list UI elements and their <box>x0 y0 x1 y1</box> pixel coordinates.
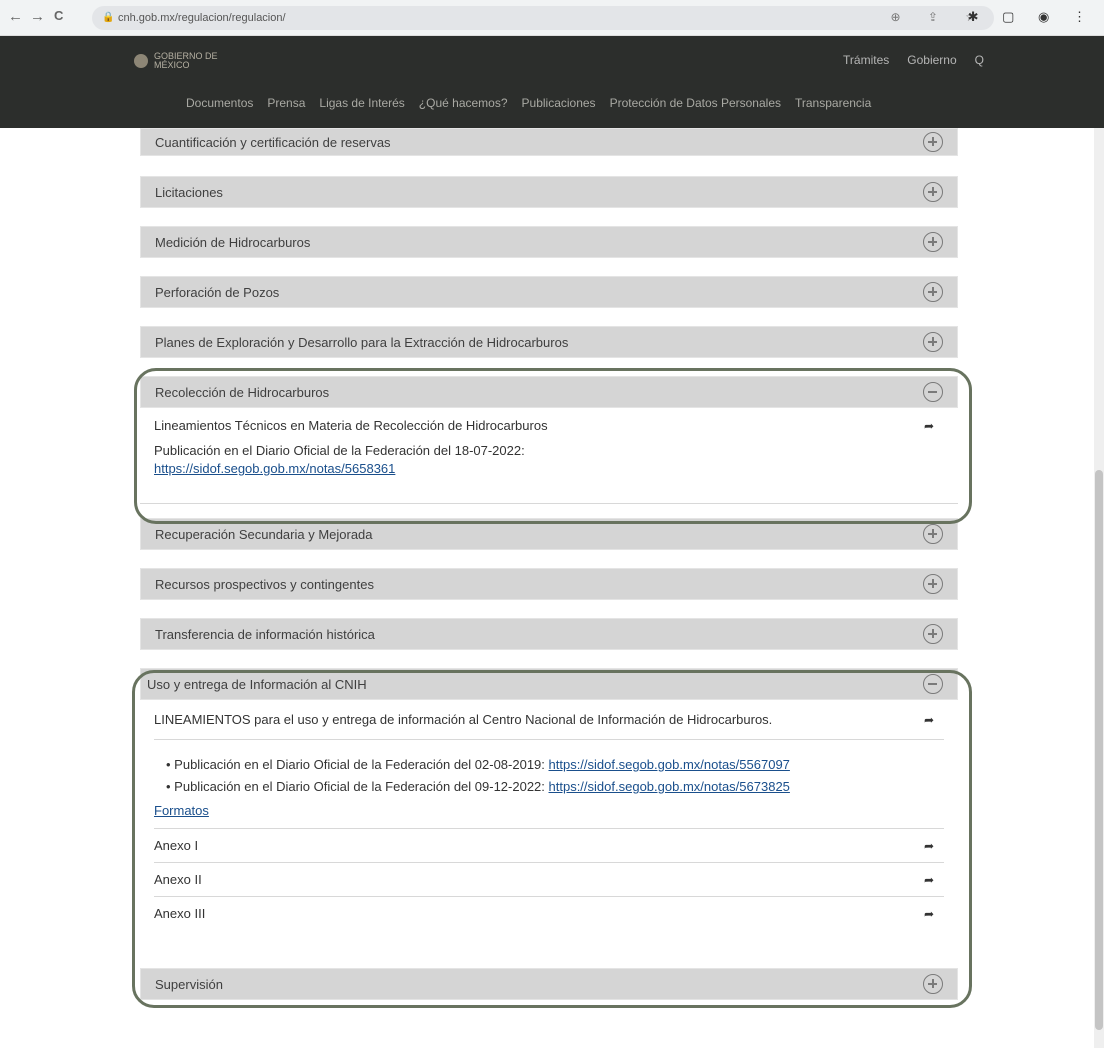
panel-title: Transferencia de información histórica <box>155 627 375 642</box>
panel-perforacion: Perforación de Pozos <box>140 276 958 308</box>
sub-navigation: Documentos Prensa Ligas de Interés ¿Qué … <box>186 96 871 110</box>
panel-supervision: Supervisión <box>140 968 958 1000</box>
expand-icon[interactable] <box>923 974 943 994</box>
panel-recoleccion: Recolección de Hidrocarburos Lineamiento… <box>140 376 958 504</box>
gobierno-logo[interactable]: GOBIERNO DE MÉXICO <box>134 52 218 70</box>
dof-link[interactable]: https://sidof.segob.gob.mx/notas/5673825 <box>549 779 790 794</box>
panel-title: Recolección de Hidrocarburos <box>155 385 330 400</box>
formatos-row: Formatos <box>154 798 944 824</box>
dof-link[interactable]: https://sidof.segob.gob.mx/notas/5567097 <box>549 757 790 772</box>
open-link-icon[interactable]: ➦ <box>924 410 934 442</box>
scrollbar-thumb[interactable] <box>1095 470 1103 1030</box>
dof-link[interactable]: https://sidof.segob.gob.mx/notas/5658361 <box>154 461 395 476</box>
header-links: Trámites Gobierno Q <box>843 53 984 67</box>
expand-icon[interactable] <box>923 332 943 352</box>
collapse-icon[interactable] <box>923 382 943 402</box>
panel-planes: Planes de Exploración y Desarrollo para … <box>140 326 958 358</box>
nav-publicaciones[interactable]: Publicaciones <box>522 96 596 110</box>
open-link-icon[interactable]: ➦ <box>924 700 934 740</box>
panel-header[interactable]: Licitaciones <box>140 176 958 208</box>
panel-header[interactable]: Recursos prospectivos y contingentes <box>140 568 958 600</box>
accordion: Cuantificación y certificación de reserv… <box>140 128 958 1018</box>
panel-transferencia: Transferencia de información histórica <box>140 618 958 650</box>
link-tramites[interactable]: Trámites <box>843 53 889 67</box>
site-header <box>0 36 1104 128</box>
address-bar[interactable]: 🔒 cnh.gob.mx/regulacion/regulacion/ <box>92 6 994 30</box>
panel-cuantificacion: Cuantificación y certificación de reserv… <box>140 128 958 156</box>
panel-title: Medición de Hidrocarburos <box>155 235 311 250</box>
panel-title: Recuperación Secundaria y Mejorada <box>155 527 373 542</box>
expand-icon[interactable] <box>923 624 943 644</box>
forward-icon[interactable]: → <box>30 8 45 25</box>
panel-recursos: Recursos prospectivos y contingentes <box>140 568 958 600</box>
expand-icon[interactable] <box>923 232 943 252</box>
reload-icon[interactable]: C <box>54 8 63 23</box>
panel-header[interactable]: Cuantificación y certificación de reserv… <box>140 128 958 156</box>
open-link-icon[interactable]: ➦ <box>924 863 934 897</box>
panel-header[interactable]: Transferencia de información histórica <box>140 618 958 650</box>
panel-title: Uso y entrega de Información al CNIH <box>147 677 367 692</box>
nav-ligas[interactable]: Ligas de Interés <box>319 96 404 110</box>
anexo-row[interactable]: Anexo II ➦ <box>154 862 944 896</box>
anexo-label[interactable]: Anexo I <box>154 838 198 853</box>
publication-list: • Publicación en el Diario Oficial de la… <box>154 754 944 798</box>
nav-transparencia[interactable]: Transparencia <box>795 96 871 110</box>
link-gobierno[interactable]: Gobierno <box>907 53 956 67</box>
pub-text: Publicación en el Diario Oficial de la F… <box>174 757 545 772</box>
panel-medicion: Medición de Hidrocarburos <box>140 226 958 258</box>
publicacion-text: Publicación en el Diario Oficial de la F… <box>154 443 525 458</box>
collapse-icon[interactable] <box>923 674 943 694</box>
panel-uso-entrega: Uso y entrega de Información al CNIH LIN… <box>140 668 958 954</box>
logo-bottom-text: MÉXICO <box>154 60 190 70</box>
anexo-label[interactable]: Anexo II <box>154 872 202 887</box>
expand-icon[interactable] <box>923 524 943 544</box>
expand-icon[interactable] <box>923 282 943 302</box>
extension-icons[interactable]: ✱ ▢ ◉ ⋮ <box>968 9 1096 25</box>
publication-item: • Publicación en el Diario Oficial de la… <box>166 779 790 794</box>
panel-body: LINEAMIENTOS para el uso y entrega de in… <box>140 700 958 954</box>
panel-title: Licitaciones <box>155 185 223 200</box>
panel-header[interactable]: Supervisión <box>140 968 958 1000</box>
url-text: cnh.gob.mx/regulacion/regulacion/ <box>118 12 286 24</box>
list-item[interactable]: LINEAMIENTOS para el uso y entrega de in… <box>154 700 944 740</box>
publication-item: • Publicación en el Diario Oficial de la… <box>166 757 790 772</box>
panel-body: Lineamientos Técnicos en Materia de Reco… <box>140 410 958 504</box>
anexo-row[interactable]: Anexo III ➦ <box>154 896 944 930</box>
open-link-icon[interactable]: ➦ <box>924 897 934 931</box>
pub-text: Publicación en el Diario Oficial de la F… <box>174 779 545 794</box>
anexo-label[interactable]: Anexo III <box>154 906 205 921</box>
panel-title: Cuantificación y certificación de reserv… <box>155 135 391 150</box>
publication-text: Publicación en el Diario Oficial de la F… <box>154 442 944 478</box>
seal-icon <box>134 54 148 68</box>
panel-header[interactable]: Medición de Hidrocarburos <box>140 226 958 258</box>
back-icon[interactable]: ← <box>8 8 23 25</box>
nav-documentos[interactable]: Documentos <box>186 96 253 110</box>
lineamientos-recoleccion[interactable]: Lineamientos Técnicos en Materia de Reco… <box>154 418 548 433</box>
panel-header[interactable]: Uso y entrega de Información al CNIH <box>140 668 958 700</box>
panel-header[interactable]: Perforación de Pozos <box>140 276 958 308</box>
panel-header[interactable]: Planes de Exploración y Desarrollo para … <box>140 326 958 358</box>
expand-icon[interactable] <box>923 574 943 594</box>
browser-toolbar: ← → C 🔒 cnh.gob.mx/regulacion/regulacion… <box>0 0 1104 36</box>
expand-icon[interactable] <box>923 182 943 202</box>
panel-title: Perforación de Pozos <box>155 285 280 300</box>
formatos-link[interactable]: Formatos <box>154 803 209 818</box>
expand-icon[interactable] <box>923 132 943 152</box>
open-link-icon[interactable]: ➦ <box>924 829 934 863</box>
nav-prensa[interactable]: Prensa <box>267 96 305 110</box>
panel-title: Supervisión <box>155 977 223 992</box>
list-item[interactable]: Lineamientos Técnicos en Materia de Reco… <box>154 410 944 442</box>
nav-proteccion-datos[interactable]: Protección de Datos Personales <box>610 96 781 110</box>
panel-header[interactable]: Recolección de Hidrocarburos <box>140 376 958 408</box>
search-icon[interactable]: Q <box>975 53 984 67</box>
lock-icon: 🔒 <box>102 12 115 23</box>
anexo-row[interactable]: Anexo I ➦ <box>154 828 944 862</box>
panel-recuperacion: Recuperación Secundaria y Mejorada <box>140 518 958 550</box>
panel-title: Planes de Exploración y Desarrollo para … <box>155 335 569 350</box>
lineamientos-uso[interactable]: LINEAMIENTOS para el uso y entrega de in… <box>154 712 772 727</box>
panel-licitaciones: Licitaciones <box>140 176 958 208</box>
nav-que-hacemos[interactable]: ¿Qué hacemos? <box>419 96 508 110</box>
panel-header[interactable]: Recuperación Secundaria y Mejorada <box>140 518 958 550</box>
panel-title: Recursos prospectivos y contingentes <box>155 577 374 592</box>
